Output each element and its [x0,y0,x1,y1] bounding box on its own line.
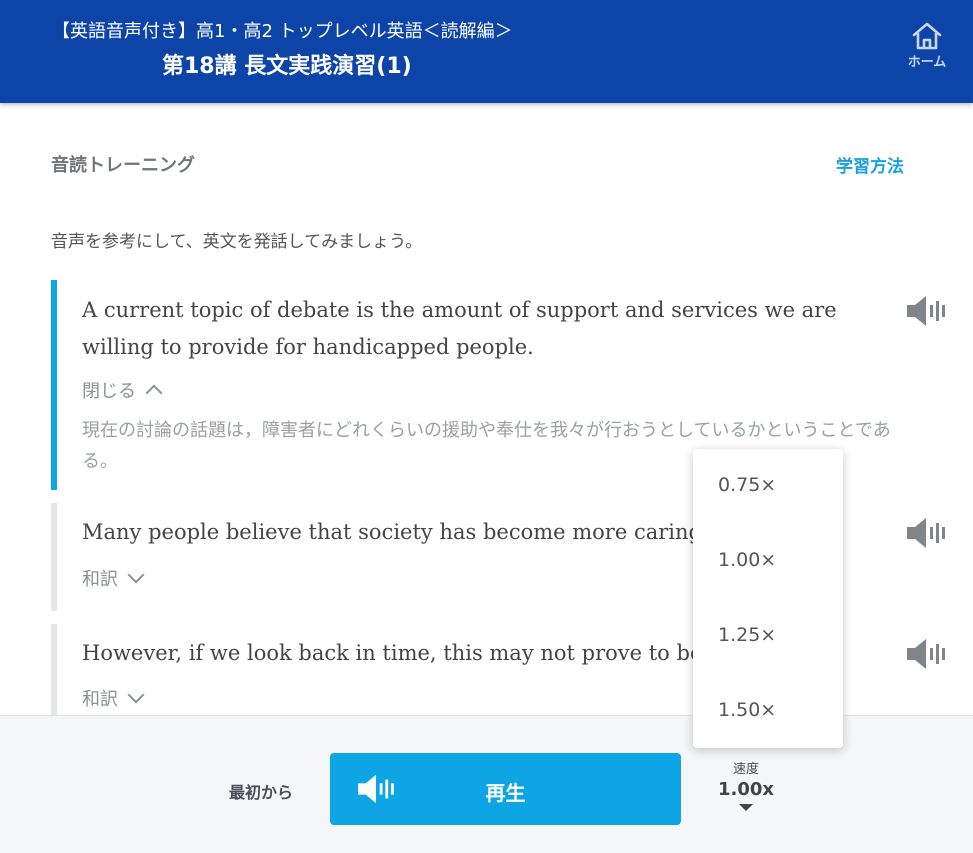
lesson-title: 第18講 長文実践演習(1) [162,54,412,79]
chevron-up-icon [145,384,163,402]
speed-selector[interactable]: 速度 1.00x [710,758,782,811]
speed-option[interactable]: 1.50× [718,699,776,721]
caret-down-icon [739,804,753,811]
home-button[interactable]: ホーム [897,22,957,74]
chevron-down-icon [127,686,145,704]
app-header: 【英語音声付き】高1・高2 トップレベル英語＜読解編＞ 第18講 長文実践演習(… [0,0,973,103]
speed-label: 速度 [732,762,759,777]
toggle-label: 和訳 [82,689,118,710]
chevron-down-icon [127,566,145,584]
speed-option[interactable]: 0.75× [718,474,776,496]
speaker-icon[interactable] [905,637,945,671]
section-title: 音読トレーニング [51,155,195,176]
speed-option[interactable]: 1.25× [718,624,776,646]
home-label: ホーム [907,55,947,70]
from-start-button[interactable]: 最初から [229,779,293,803]
toggle-label: 閉じる [82,381,136,402]
toggle-label: 和訳 [82,569,118,590]
study-method-link[interactable]: 学習方法 [836,152,904,177]
speaker-icon[interactable] [905,516,945,550]
speed-value: 1.00x [717,779,775,800]
close-translation-toggle[interactable]: 閉じる [82,377,163,403]
show-translation-toggle[interactable]: 和訳 [82,685,145,711]
speed-menu: 0.75× 1.00× 1.25× 1.50× [693,449,843,748]
sentence-text: A current topic of debate is the amount … [82,298,837,359]
play-button[interactable]: 再生 [330,753,681,825]
play-label: 再生 [485,781,526,805]
course-title: 【英語音声付き】高1・高2 トップレベル英語＜読解編＞ [52,21,513,42]
show-translation-toggle[interactable]: 和訳 [82,565,145,591]
speed-option[interactable]: 1.00× [718,549,776,571]
home-icon [912,22,942,50]
speaker-icon[interactable] [905,294,945,328]
instruction-text: 音声を参考にして、英文を発話してみましょう。 [51,232,423,252]
